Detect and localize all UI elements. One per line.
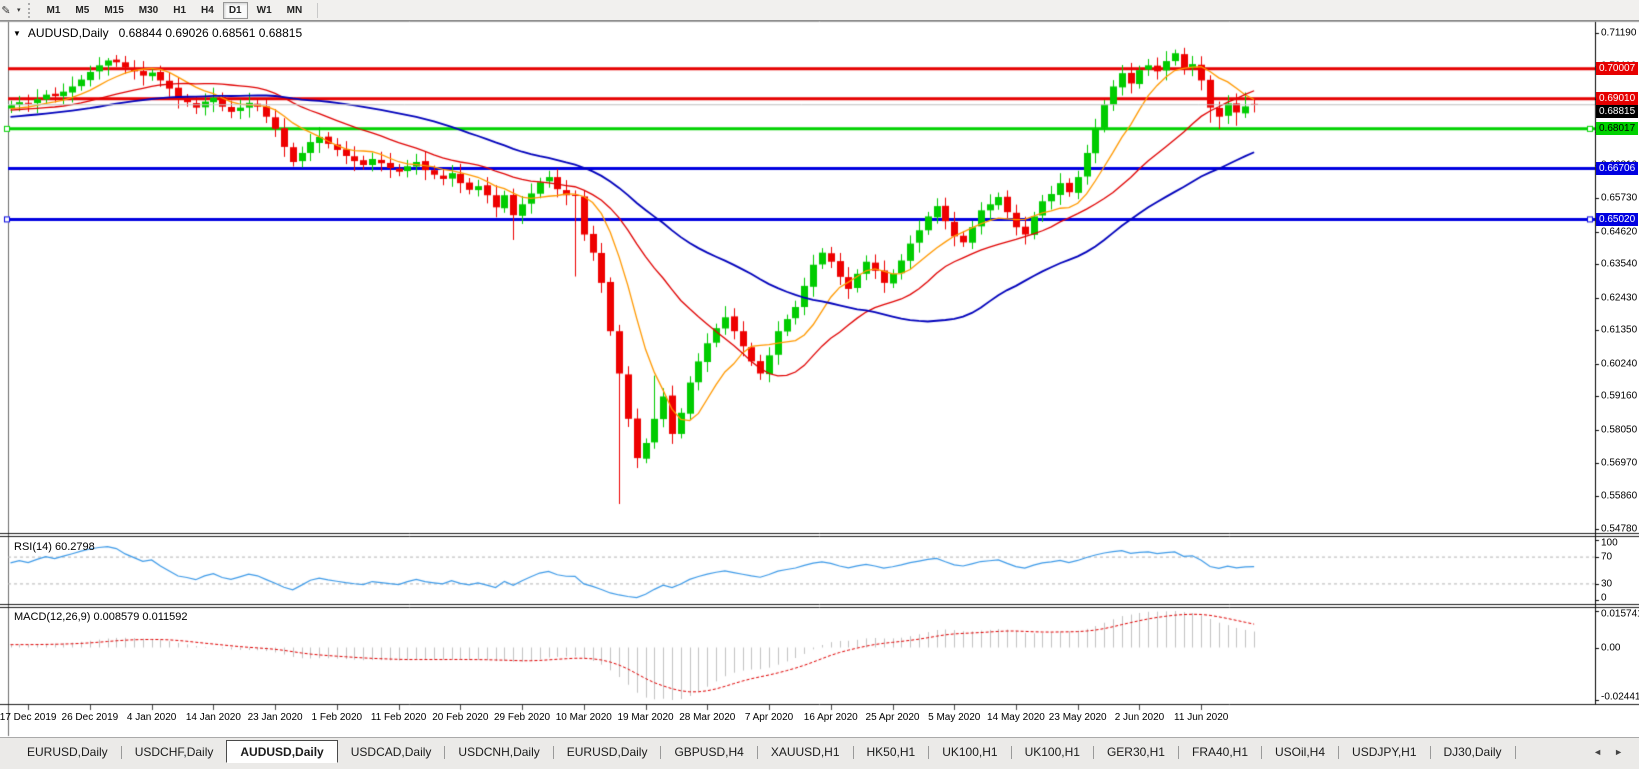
- date-label: 14 Jan 2020: [186, 712, 241, 723]
- timeframe-button-m30[interactable]: M30: [133, 2, 164, 19]
- date-label: 25 Apr 2020: [866, 712, 920, 723]
- main-chart-surface[interactable]: [8, 22, 1595, 533]
- price-badge-0.68017: 0.68017: [1596, 122, 1638, 135]
- chart-tab-audusd-daily[interactable]: AUDUSD,Daily: [226, 740, 337, 763]
- price-tick-label: 0.61350: [1601, 325, 1637, 336]
- chart-tab-fra40-h1[interactable]: FRA40,H1: [1179, 741, 1261, 763]
- chart-tab-gbpusd-h4[interactable]: GBPUSD,H4: [661, 741, 756, 763]
- chart-tab-eurusd-daily[interactable]: EURUSD,Daily: [14, 741, 121, 763]
- macd-zero-label: 0.00: [1601, 642, 1620, 653]
- tab-scroll-left-icon[interactable]: ◄: [1593, 747, 1602, 757]
- rsi-level-label: 30: [1601, 578, 1612, 589]
- price-tick-label: 0.54780: [1601, 523, 1637, 534]
- date-label: 5 May 2020: [928, 712, 980, 723]
- timeframe-button-m1[interactable]: M1: [41, 2, 67, 19]
- date-label: 10 Mar 2020: [556, 712, 612, 723]
- rsi-level-label: 0: [1601, 593, 1607, 604]
- date-label: 2 Jun 2020: [1115, 712, 1165, 723]
- macd-panel-surface[interactable]: [8, 607, 1595, 704]
- rsi-indicator-label: RSI(14) 60.2798: [14, 541, 95, 553]
- rsi-level-label: 100: [1601, 538, 1618, 549]
- macd-min-label: -0.024412: [1601, 692, 1639, 703]
- draw-tool-icon[interactable]: ✎: [0, 2, 16, 18]
- timeframe-button-mn[interactable]: MN: [281, 2, 309, 19]
- chart-title: ▼ AUDUSD,Daily 0.68844 0.69026 0.68561 0.6…: [13, 26, 302, 40]
- date-label: 14 May 2020: [987, 712, 1045, 723]
- timeframe-button-m5[interactable]: M5: [69, 2, 95, 19]
- date-label: 23 Jan 2020: [248, 712, 303, 723]
- chart-tab-usdchf-daily[interactable]: USDCHF,Daily: [122, 741, 227, 763]
- toolbar-separator: [317, 3, 318, 18]
- price-badge-0.70007: 0.70007: [1596, 62, 1638, 75]
- tab-separator: [1515, 746, 1516, 759]
- draw-tool-dropdown-icon[interactable]: ▾: [17, 6, 21, 14]
- date-label: 20 Feb 2020: [432, 712, 488, 723]
- chart-tab-xauusd-h1[interactable]: XAUUSD,H1: [758, 741, 853, 763]
- date-label: 11 Feb 2020: [371, 712, 426, 723]
- timeframe-button-m15[interactable]: M15: [98, 2, 129, 19]
- tab-bar: EURUSD,DailyUSDCHF,DailyAUDUSD,DailyUSDC…: [0, 737, 1639, 769]
- date-label: 28 Mar 2020: [679, 712, 735, 723]
- date-label: 16 Apr 2020: [804, 712, 858, 723]
- chart-tab-eurusd-daily[interactable]: EURUSD,Daily: [554, 741, 661, 763]
- price-tick-label: 0.62430: [1601, 292, 1637, 303]
- chart-tab-usdcnh-daily[interactable]: USDCNH,Daily: [445, 741, 552, 763]
- date-label: 29 Feb 2020: [494, 712, 550, 723]
- price-tick-label: 0.71190: [1601, 28, 1636, 39]
- timeframe-button-d1[interactable]: D1: [223, 2, 248, 19]
- chart-tab-usoil-h4[interactable]: USOil,H4: [1262, 741, 1338, 763]
- date-label: 11 Jun 2020: [1174, 712, 1228, 723]
- date-label: 1 Feb 2020: [312, 712, 363, 723]
- chart-symbol-period: AUDUSD,Daily: [28, 26, 109, 40]
- chart-menu-icon[interactable]: ▼: [13, 29, 21, 38]
- rsi-level-label: 70: [1601, 552, 1612, 563]
- timeframe-button-h1[interactable]: H1: [167, 2, 192, 19]
- price-badge-0.66706: 0.66706: [1596, 162, 1638, 175]
- price-tick-label: 0.56970: [1601, 457, 1637, 468]
- macd-max-label: 0.015741: [1601, 609, 1639, 620]
- chart-tab-uk100-h1[interactable]: UK100,H1: [1012, 741, 1093, 763]
- date-label: 19 Mar 2020: [617, 712, 673, 723]
- date-label: 26 Dec 2019: [62, 712, 119, 723]
- price-tick-label: 0.63540: [1601, 259, 1637, 270]
- price-tick-label: 0.60240: [1601, 358, 1637, 369]
- date-label: 17 Dec 2019: [0, 712, 56, 723]
- timeframe-button-h4[interactable]: H4: [195, 2, 220, 19]
- chart-tab-usdjpy-h1[interactable]: USDJPY,H1: [1339, 741, 1429, 763]
- chart-ohlc-values: 0.68844 0.69026 0.68561 0.68815: [119, 26, 303, 40]
- macd-indicator-label: MACD(12,26,9) 0.008579 0.011592: [14, 611, 187, 623]
- price-tick-label: 0.55860: [1601, 491, 1637, 502]
- price-badge-0.68815: 0.68815: [1596, 105, 1638, 118]
- price-badge-0.65020: 0.65020: [1596, 213, 1638, 226]
- toolbar: ✎ ▾ M1M5M15M30H1H4D1W1MN: [0, 0, 1639, 21]
- price-tick-label: 0.58050: [1601, 425, 1637, 436]
- date-label: 4 Jan 2020: [127, 712, 177, 723]
- date-label: 23 May 2020: [1049, 712, 1107, 723]
- price-badge-0.69010: 0.69010: [1596, 92, 1638, 105]
- toolbar-grip[interactable]: [28, 3, 34, 18]
- chart-tab-ger30-h1[interactable]: GER30,H1: [1094, 741, 1178, 763]
- rsi-panel-surface[interactable]: [8, 537, 1595, 604]
- price-tick-label: 0.64620: [1601, 226, 1637, 237]
- price-tick-label: 0.59160: [1601, 391, 1637, 402]
- chart-tab-usdcad-daily[interactable]: USDCAD,Daily: [338, 741, 445, 763]
- date-label: 7 Apr 2020: [745, 712, 793, 723]
- chart-tab-dj30-daily[interactable]: DJ30,Daily: [1431, 741, 1515, 763]
- timeframe-group: M1M5M15M30H1H4D1W1MN: [41, 0, 312, 20]
- chart-tab-hk50-h1[interactable]: HK50,H1: [854, 741, 929, 763]
- chart-tab-uk100-h1[interactable]: UK100,H1: [929, 741, 1010, 763]
- price-tick-label: 0.65730: [1601, 192, 1637, 203]
- tab-scroll-right-icon[interactable]: ►: [1614, 747, 1623, 757]
- timeframe-button-w1[interactable]: W1: [251, 2, 278, 19]
